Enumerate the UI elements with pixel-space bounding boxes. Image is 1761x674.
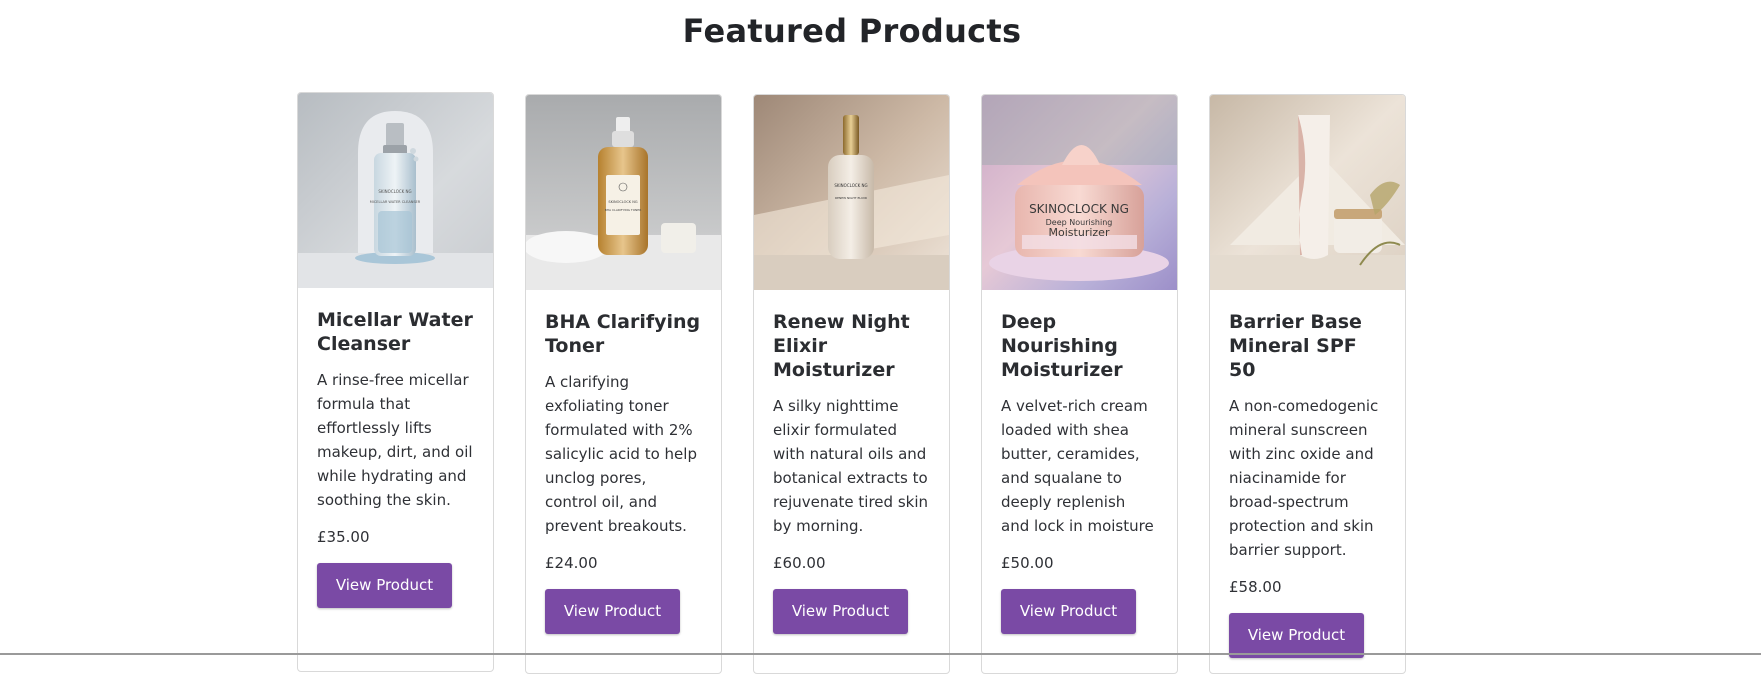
product-title: Renew Night Elixir Moisturizer <box>773 311 910 381</box>
product-image-night-elixir[interactable]: SKINOCLOCK NG RENEW NIGHT ELIXIR <box>754 95 949 290</box>
jar-brand-text: SKINOCLOCK NG <box>1029 202 1129 216</box>
bottle-brand-text: SKINOCLOCK NG <box>834 183 867 188</box>
product-price: £35.00 <box>317 528 370 546</box>
product-price: £58.00 <box>1229 578 1282 596</box>
product-card: SKINOCLOCK NG Deep Nourishing Moisturize… <box>981 94 1178 674</box>
bottle-label-text: MICELLAR WATER CLEANSER <box>370 200 421 204</box>
product-image-cream-jar[interactable]: SKINOCLOCK NG Deep Nourishing Moisturize… <box>982 95 1177 290</box>
product-title: Deep Nourishing Moisturizer <box>1001 311 1123 381</box>
bottle-label-text: RENEW NIGHT ELIXIR <box>835 196 867 200</box>
section-title: Featured Products <box>682 12 1022 50</box>
product-title: Micellar Water Cleanser <box>317 309 473 355</box>
product-card: SKINOCLOCK NG MICELLAR WATER CLEANSER Mi… <box>297 92 494 672</box>
product-description: A non-comedogenic mineral sunscreen with… <box>1229 397 1379 559</box>
product-image-micellar[interactable]: SKINOCLOCK NG MICELLAR WATER CLEANSER <box>298 93 493 288</box>
view-product-button[interactable]: View Product <box>773 589 908 634</box>
view-product-button[interactable]: View Product <box>1001 589 1136 634</box>
product-image-toner[interactable]: SKINOCLOCK NG BHA CLARIFYING TONER <box>526 95 721 290</box>
product-description: A rinse-free micellar formula that effor… <box>317 371 473 509</box>
bottle-brand-text: SKINOCLOCK NG <box>608 200 637 204</box>
product-card: Barrier Base Mineral SPF 50 A non-comedo… <box>1209 94 1406 674</box>
view-product-button[interactable]: View Product <box>1229 613 1364 658</box>
jar-label2-text: Moisturizer <box>1049 226 1110 239</box>
product-title: BHA Clarifying Toner <box>545 311 701 357</box>
product-price: £24.00 <box>545 554 598 572</box>
product-description: A clarifying exfoliating toner formulate… <box>545 373 697 535</box>
bottle-label-text: BHA CLARIFYING TONER <box>605 208 642 212</box>
product-image-sunscreen[interactable] <box>1210 95 1405 290</box>
product-grid: SKINOCLOCK NG MICELLAR WATER CLEANSER Mi… <box>297 92 1409 674</box>
product-description: A silky nighttime elixir formulated with… <box>773 397 929 535</box>
product-description: A velvet-rich cream loaded with shea but… <box>1001 397 1154 535</box>
product-card: SKINOCLOCK NG BHA CLARIFYING TONER BHA C… <box>525 94 722 674</box>
product-price: £60.00 <box>773 554 826 572</box>
product-price: £50.00 <box>1001 554 1054 572</box>
product-title: Barrier Base Mineral SPF 50 <box>1229 311 1362 381</box>
view-product-button[interactable]: View Product <box>317 563 452 608</box>
product-card: SKINOCLOCK NG RENEW NIGHT ELIXIR Renew N… <box>753 94 950 674</box>
view-product-button[interactable]: View Product <box>545 589 680 634</box>
bottle-brand-text: SKINOCLOCK NG <box>378 189 411 194</box>
